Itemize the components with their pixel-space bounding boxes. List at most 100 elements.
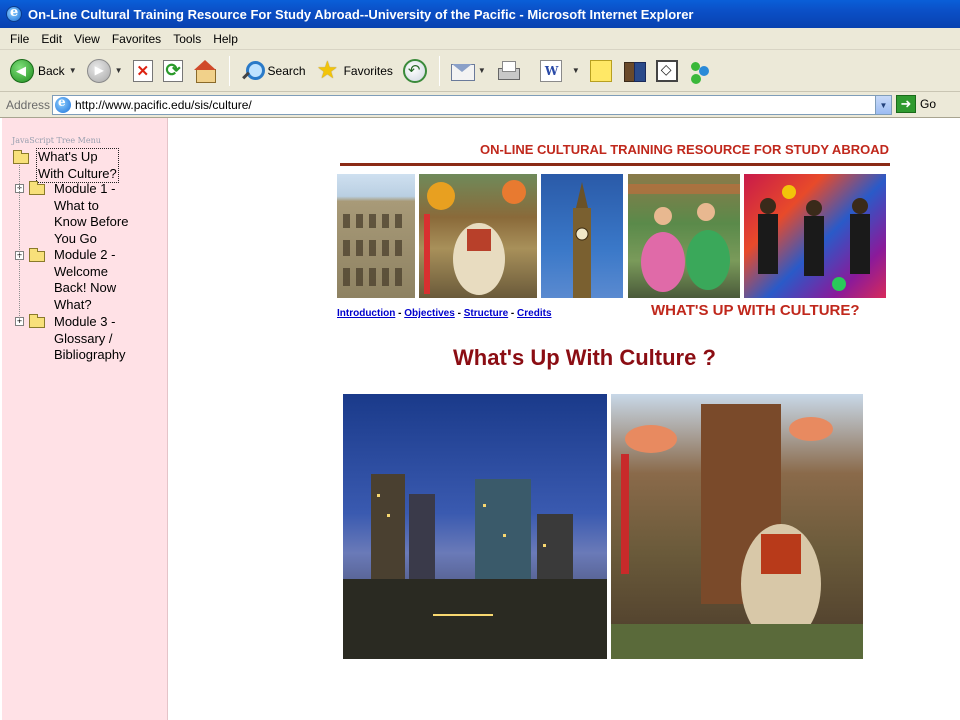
- discuss-button[interactable]: [586, 54, 616, 88]
- tree-item-line: Back! Now: [54, 280, 117, 295]
- dancers-illustration: [628, 184, 740, 292]
- address-url[interactable]: http://www.pacific.edu/sis/culture/: [75, 98, 875, 112]
- home-button[interactable]: [189, 54, 221, 88]
- address-input[interactable]: http://www.pacific.edu/sis/culture/ ▼: [52, 95, 892, 115]
- tree-item-line: You Go: [54, 230, 97, 246]
- history-button[interactable]: [399, 54, 431, 88]
- tree-item-line: Module 3 -: [54, 314, 116, 329]
- menu-file[interactable]: File: [4, 32, 35, 46]
- mail-button[interactable]: ▼: [446, 54, 490, 88]
- menu-edit[interactable]: Edit: [35, 32, 68, 46]
- home-icon: [193, 59, 217, 83]
- clock-tower-illustration: [573, 182, 591, 298]
- embroidery-illustration: [758, 185, 870, 291]
- mail-icon: [450, 59, 475, 83]
- menu-tools[interactable]: Tools: [167, 32, 207, 46]
- research-icon: [655, 59, 678, 82]
- mail-dropdown-icon[interactable]: ▼: [478, 66, 486, 75]
- forward-button[interactable]: ▼: [83, 54, 127, 88]
- section-nav: Introduction - Objectives - Structure - …: [337, 308, 552, 319]
- textile-dolls-photo: [744, 174, 886, 298]
- tree-menu-caption: JavaScript Tree Menu: [12, 136, 101, 145]
- tree-item-line: Know Before: [54, 214, 129, 229]
- sidebar-tree-menu: JavaScript Tree Menu What's Up With Cult…: [2, 118, 168, 720]
- forward-arrow-icon: [86, 58, 111, 83]
- tree-item-whats-up[interactable]: What's Up With Culture?: [36, 148, 119, 183]
- go-button[interactable]: ➜ Go: [896, 95, 936, 113]
- tree-item-line: With Culture?: [38, 165, 117, 181]
- window-title: On-Line Cultural Training Resource For S…: [28, 6, 694, 22]
- nav-link-introduction[interactable]: Introduction: [337, 308, 395, 319]
- section-tag: WHAT'S UP WITH CULTURE?: [651, 302, 860, 319]
- go-arrow-icon: ➜: [896, 95, 916, 113]
- colosseum-photo: [337, 174, 415, 298]
- back-label: Back: [38, 63, 65, 78]
- search-button[interactable]: Search: [236, 54, 310, 88]
- messenger-button[interactable]: [684, 54, 716, 88]
- edit-button[interactable]: ▼: [536, 54, 584, 88]
- folder-icon: [29, 181, 45, 195]
- toolbar-divider: [228, 55, 230, 86]
- skyline-illustration: [343, 474, 607, 659]
- page-content: JavaScript Tree Menu What's Up With Cult…: [0, 118, 960, 720]
- messenger-icon: [688, 59, 712, 83]
- stop-button[interactable]: [129, 54, 157, 88]
- search-label: Search: [267, 63, 306, 78]
- bali-ceremony-illustration: [424, 180, 526, 295]
- bali-ceremony-photo: [611, 394, 863, 659]
- tree-item-line: Bibliography: [54, 347, 126, 362]
- menu-view[interactable]: View: [68, 32, 106, 46]
- tree-item-module-3[interactable]: Module 3 - Glossary / Bibliography: [54, 314, 126, 364]
- research-button[interactable]: [652, 54, 682, 88]
- tree-connector-line: [19, 165, 20, 320]
- window-title-bar: On-Line Cultural Training Resource For S…: [0, 0, 960, 28]
- favorites-button[interactable]: Favorites: [312, 54, 397, 88]
- media-button[interactable]: [618, 54, 650, 88]
- word-edit-icon: [539, 59, 562, 82]
- barong-dancer-illustration: [611, 404, 863, 659]
- search-icon: [240, 59, 265, 83]
- favorites-star-icon: [316, 56, 340, 85]
- menu-bar: File Edit View Favorites Tools Help: [0, 28, 960, 50]
- flamenco-dancers-photo: [628, 174, 740, 298]
- address-dropdown-icon[interactable]: ▼: [875, 96, 891, 114]
- menu-favorites[interactable]: Favorites: [106, 32, 167, 46]
- menu-help[interactable]: Help: [207, 32, 244, 46]
- tree-item-line: Glossary /: [54, 330, 113, 346]
- printer-icon: [496, 59, 520, 83]
- main-page: ON-LINE CULTURAL TRAINING RESOURCE FOR S…: [168, 118, 960, 720]
- favorites-label: Favorites: [343, 63, 393, 78]
- banner-divider: [340, 163, 890, 166]
- ie-logo-icon: [6, 5, 22, 22]
- media-icon: [622, 59, 646, 83]
- folder-icon: [29, 314, 45, 328]
- site-banner-title: ON-LINE CULTURAL TRAINING RESOURCE FOR S…: [479, 142, 889, 157]
- toolbar: Back ▼ ▼ Search Favorites ▼ ▼: [0, 50, 960, 92]
- back-dropdown-icon[interactable]: ▼: [69, 66, 77, 75]
- tree-item-line: What's Up: [38, 149, 98, 164]
- history-icon: [402, 58, 427, 83]
- tree-item-line: Module 1 -: [54, 181, 116, 196]
- print-button[interactable]: [492, 54, 524, 88]
- refresh-button[interactable]: [159, 54, 187, 88]
- folder-icon: [29, 248, 45, 262]
- city-skyline-photo: [343, 394, 607, 659]
- edit-dropdown-icon[interactable]: ▼: [572, 66, 580, 75]
- go-label: Go: [920, 97, 937, 111]
- toolbar-divider: [438, 55, 440, 86]
- big-ben-photo: [541, 174, 623, 298]
- tree-item-module-1[interactable]: Module 1 - What to Know Before You Go: [54, 181, 128, 247]
- colosseum-arches-illustration: [343, 214, 402, 286]
- nav-link-structure[interactable]: Structure: [464, 308, 508, 319]
- nav-link-objectives[interactable]: Objectives: [404, 308, 455, 319]
- bali-dancer-photo-small: [419, 174, 537, 298]
- forward-dropdown-icon[interactable]: ▼: [115, 66, 123, 75]
- nav-link-credits[interactable]: Credits: [517, 308, 551, 319]
- page-icon: [55, 95, 71, 113]
- folder-open-icon: [13, 150, 29, 164]
- refresh-icon: [162, 59, 183, 82]
- back-arrow-icon: [10, 58, 34, 83]
- tree-item-line: What?: [54, 296, 92, 312]
- back-button[interactable]: Back ▼: [6, 54, 81, 88]
- tree-item-module-2[interactable]: Module 2 - Welcome Back! Now What?: [54, 247, 116, 313]
